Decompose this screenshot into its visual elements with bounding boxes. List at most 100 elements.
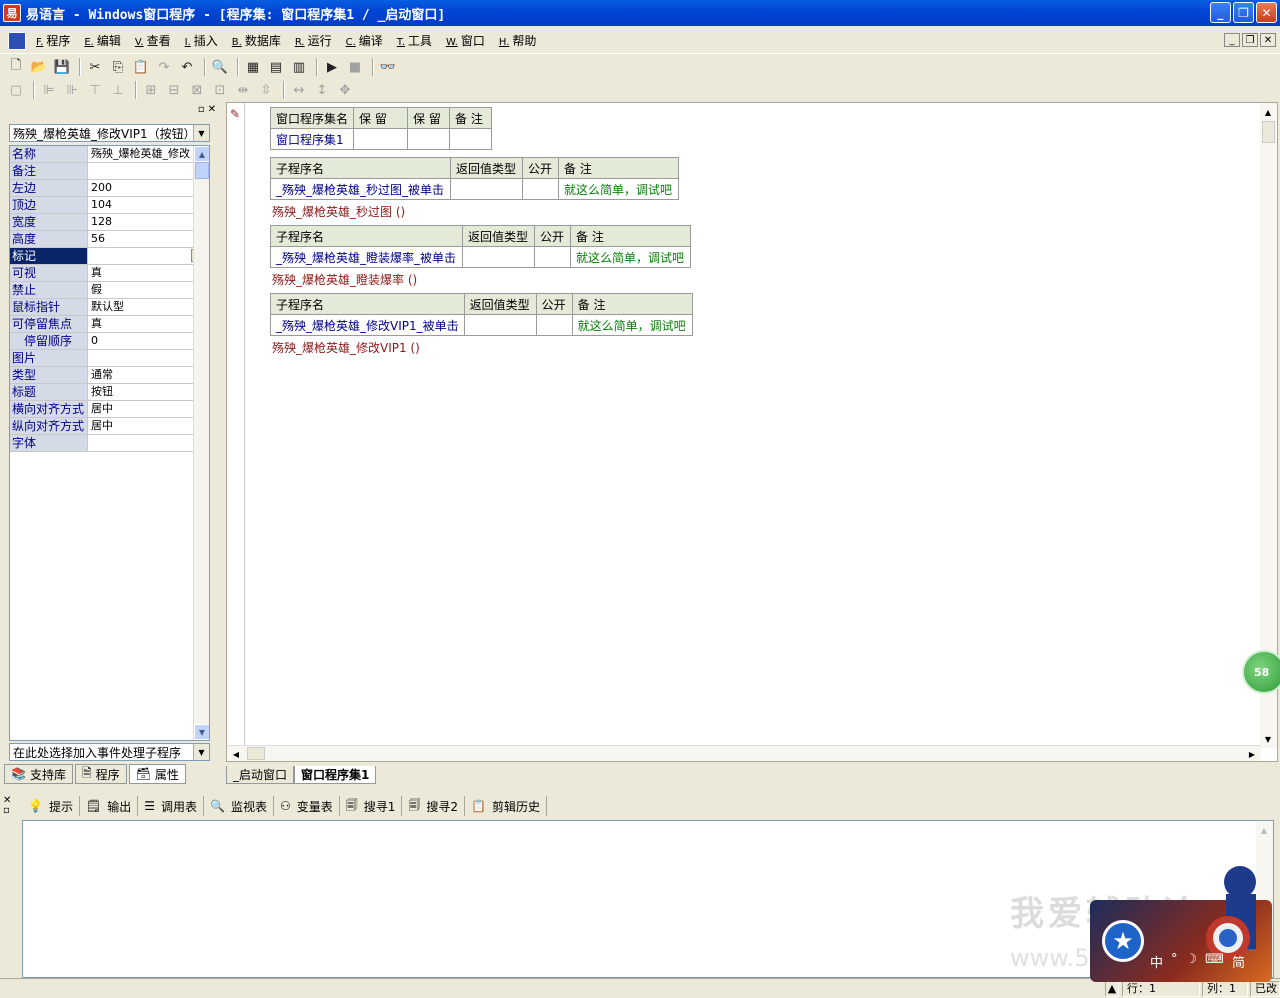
- minimize-button[interactable]: _: [1210, 2, 1231, 23]
- property-value[interactable]: [88, 163, 209, 179]
- ime-button[interactable]: 简: [1232, 952, 1245, 971]
- copy-icon[interactable]: ⎘: [108, 57, 128, 77]
- mdi-close-button[interactable]: ✕: [1260, 33, 1276, 47]
- spread-v-icon[interactable]: ⇳: [256, 80, 276, 100]
- layout-1-icon[interactable]: ▦: [243, 57, 263, 77]
- chevron-down-icon[interactable]: ▼: [193, 744, 209, 760]
- property-value[interactable]: 默认型: [88, 299, 209, 315]
- tab-program[interactable]: 🗎 程序: [74, 764, 127, 784]
- remark-cell[interactable]: 就这么简单，调试吧: [558, 178, 679, 200]
- open-folder-icon[interactable]: 📂: [29, 57, 49, 77]
- property-value[interactable]: 0: [88, 333, 209, 349]
- output-tab[interactable]: 🗐 搜寻2: [402, 796, 466, 816]
- new-file-icon[interactable]: 🗋: [6, 57, 26, 77]
- center-v-icon[interactable]: ⊟: [164, 80, 184, 100]
- property-value[interactable]: 56: [88, 231, 209, 247]
- tab-support-library[interactable]: 📚 支持库: [4, 764, 73, 784]
- run-icon[interactable]: ▶: [322, 57, 342, 77]
- property-value[interactable]: 居中: [88, 418, 209, 434]
- ime-button[interactable]: ☽: [1186, 952, 1198, 971]
- property-value[interactable]: 104: [88, 197, 209, 213]
- property-value[interactable]: 128: [88, 214, 209, 230]
- status-up-icon[interactable]: ▲: [1105, 981, 1119, 997]
- output-tab[interactable]: 💡 提示: [22, 796, 80, 816]
- property-row[interactable]: 鼠标指针 默认型: [10, 299, 209, 316]
- scroll-down-icon[interactable]: ▼: [194, 724, 209, 740]
- property-value[interactable]: 按钮: [88, 384, 209, 400]
- floating-badge[interactable]: 58: [1242, 650, 1280, 694]
- scroll-up-icon[interactable]: ▲: [1257, 823, 1271, 837]
- public-cell[interactable]: [534, 246, 571, 268]
- property-row[interactable]: 顶边 104: [10, 197, 209, 214]
- menu-item[interactable]: C. 编译: [342, 32, 387, 49]
- property-row[interactable]: 标题 按钮: [10, 384, 209, 401]
- property-value[interactable]: 真: [88, 316, 209, 332]
- redo-icon[interactable]: ↷: [154, 57, 174, 77]
- object-selector[interactable]: 殇殃_爆枪英雄_修改VIP1（按钮） ▼: [9, 124, 210, 142]
- property-row[interactable]: 可视真: [10, 265, 209, 282]
- scroll-left-icon[interactable]: ◀: [229, 747, 243, 761]
- center-h-icon[interactable]: ⊞: [141, 80, 161, 100]
- event-selector[interactable]: 在此处选择加入事件处理子程序 ▼: [9, 743, 210, 761]
- assembly-name-cell[interactable]: 窗口程序集1: [269, 128, 355, 150]
- property-value[interactable]: [88, 350, 209, 366]
- table-cell[interactable]: [353, 128, 409, 150]
- property-row[interactable]: 停留顺序 0: [10, 333, 209, 350]
- menu-item[interactable]: W. 窗口: [442, 32, 489, 49]
- code-line[interactable]: 殇殃_爆枪英雄_修改VIP1 (): [272, 339, 420, 356]
- same-height-icon[interactable]: ↕: [312, 80, 332, 100]
- scroll-thumb[interactable]: [195, 162, 209, 179]
- layout-2-icon[interactable]: ▤: [266, 57, 286, 77]
- cut-icon[interactable]: ✂: [85, 57, 105, 77]
- property-value[interactable]: 200: [88, 180, 209, 196]
- space-v-icon[interactable]: ⊡: [210, 80, 230, 100]
- menu-item[interactable]: F. 程序: [32, 32, 74, 49]
- property-row[interactable]: 禁止假: [10, 282, 209, 299]
- property-row[interactable]: 高度 56: [10, 231, 209, 248]
- property-value[interactable]: 真: [88, 265, 209, 281]
- remark-cell[interactable]: 就这么简单，调试吧: [570, 246, 691, 268]
- tab-properties[interactable]: 🗃 属性: [128, 764, 186, 784]
- property-row[interactable]: 横向对齐方式 居中: [10, 401, 209, 418]
- ime-button[interactable]: ⌨: [1205, 952, 1224, 971]
- same-width-icon[interactable]: ↔: [289, 80, 309, 100]
- property-row[interactable]: 可停留焦点真: [10, 316, 209, 333]
- panel-close-icon[interactable]: ✕: [208, 104, 216, 115]
- scroll-right-icon[interactable]: ▶: [1245, 747, 1259, 761]
- ime-toolbar[interactable]: ★ 中 ° ☽ ⌨ 简: [1090, 866, 1272, 982]
- stop-icon[interactable]: ■: [345, 57, 365, 77]
- scroll-thumb[interactable]: [247, 747, 265, 760]
- property-value[interactable]: 殇殃_爆枪英雄_修改: [88, 146, 209, 162]
- subroutine-name-cell[interactable]: _殇殃_爆枪英雄_秒过图_被单击: [270, 178, 451, 200]
- subroutine-name-cell[interactable]: _殇殃_爆枪英雄_修改VIP1_被单击: [270, 314, 465, 336]
- scroll-down-icon[interactable]: ▼: [1261, 732, 1275, 746]
- menu-item[interactable]: R. 运行: [291, 32, 336, 49]
- property-value[interactable]: [88, 435, 209, 451]
- menu-item[interactable]: E. 编辑: [80, 32, 125, 49]
- mdi-restore-button[interactable]: ❐: [1242, 33, 1258, 47]
- editor-horizontal-scrollbar[interactable]: ◀ ▶: [227, 745, 1261, 761]
- scroll-up-icon[interactable]: ▲: [194, 146, 209, 162]
- doc-icon[interactable]: [8, 31, 26, 50]
- output-tab[interactable]: 📋 剪辑历史: [465, 796, 547, 816]
- property-row[interactable]: 字体: [10, 435, 209, 452]
- property-row[interactable]: 宽度 128: [10, 214, 209, 231]
- same-size-icon[interactable]: ✥: [335, 80, 355, 100]
- find-icon[interactable]: 🔍: [210, 57, 230, 77]
- spread-h-icon[interactable]: ⇹: [233, 80, 253, 100]
- code-line[interactable]: 殇殃_爆枪英雄_秒过图 (): [272, 203, 405, 220]
- scroll-up-icon[interactable]: ▲: [1261, 105, 1275, 119]
- property-row[interactable]: 备注: [10, 163, 209, 180]
- property-value[interactable]: 通常: [88, 367, 209, 383]
- menu-item[interactable]: T. 工具: [393, 32, 436, 49]
- tab-startup-window[interactable]: _启动窗口: [226, 766, 295, 784]
- scroll-thumb[interactable]: [1262, 121, 1275, 143]
- align-right-icon[interactable]: ⊪: [62, 80, 82, 100]
- code-line[interactable]: 殇殃_爆枪英雄_瞪装爆率 (): [272, 271, 417, 288]
- menu-item[interactable]: H. 帮助: [495, 32, 541, 49]
- property-value[interactable]: 假: [88, 282, 209, 298]
- return-type-cell[interactable]: [462, 246, 535, 268]
- return-type-cell[interactable]: [463, 314, 537, 336]
- property-scrollbar[interactable]: ▲ ▼: [193, 146, 209, 740]
- paste-icon[interactable]: 📋: [131, 57, 151, 77]
